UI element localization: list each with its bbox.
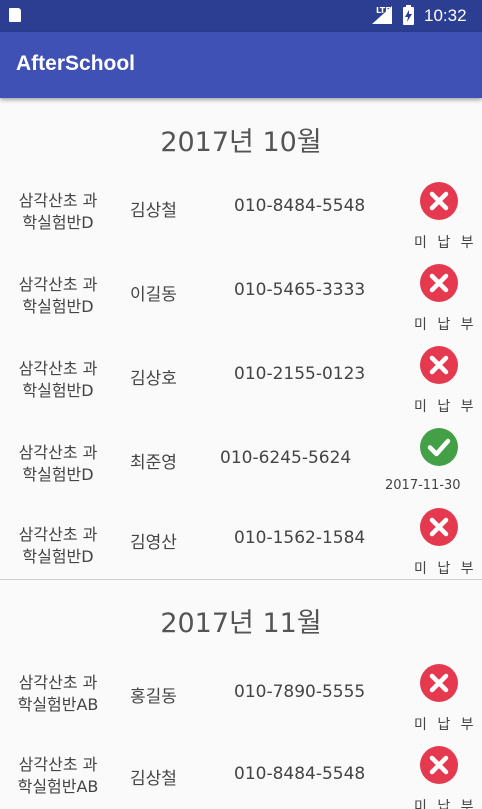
- class-name-line1: 삼각산초 과: [18, 755, 98, 774]
- status-label: 미 납 부: [414, 235, 477, 251]
- status-label: 미 납 부: [414, 561, 477, 577]
- cancel-icon: [420, 508, 458, 546]
- student-name: 홍길동: [130, 687, 177, 707]
- class-name: 삼각산초 과 학실험반D: [8, 190, 108, 234]
- student-name: 김상철: [130, 769, 177, 789]
- section-divider: [0, 579, 482, 580]
- class-name-line2: 학실험반AB: [17, 695, 99, 714]
- class-name-line1: 삼각산초 과: [18, 275, 98, 294]
- class-name-line2: 학실험반AB: [17, 777, 99, 796]
- phone-number: 010-8484-5548: [234, 764, 366, 784]
- class-name-line2: 학실험반D: [22, 381, 94, 400]
- check-icon: [420, 428, 458, 466]
- cancel-icon: [420, 182, 458, 220]
- phone-number: 010-1562-1584: [234, 528, 366, 548]
- class-name-line1: 삼각산초 과: [18, 359, 98, 378]
- cancel-icon: [420, 346, 458, 384]
- battery-icon: [403, 5, 414, 25]
- phone-number: 010-2155-0123: [234, 364, 366, 384]
- cancel-icon: [420, 664, 458, 702]
- network-type-label: LTE: [376, 6, 391, 15]
- clock: 10:32: [424, 6, 467, 25]
- status-label: 미 납 부: [414, 799, 477, 809]
- status-label: 미 납 부: [414, 317, 477, 333]
- student-name: 김상철: [130, 201, 177, 221]
- list-item[interactable]: 삼각산초 과 학실험반AB 홍길동 010-7890-5555 미 납 부: [0, 664, 482, 748]
- phone-number: 010-5465-3333: [234, 280, 366, 300]
- cancel-icon: [420, 746, 458, 784]
- class-name-line2: 학실험반D: [22, 213, 94, 232]
- list-item[interactable]: 삼각산초 과 학실험반D 김상철 010-8484-5548 미 납 부: [0, 172, 482, 256]
- list-item[interactable]: 삼각산초 과 학실험반D 최준영 010-6245-5624 2017-11-3…: [0, 424, 482, 508]
- list-item[interactable]: 삼각산초 과 학실험반D 이길동 010-5465-3333 미 납 부: [0, 256, 482, 340]
- student-name: 김상호: [130, 369, 177, 389]
- month-header: 2017년 11월: [160, 608, 322, 639]
- list-item[interactable]: 삼각산초 과 학실험반D 김상호 010-2155-0123 미 납 부: [0, 340, 482, 424]
- list-item[interactable]: 삼각산초 과 학실험반AB 김상철 010-8484-5548 미 납 부: [0, 746, 482, 809]
- app-screen: LTE 10:32 AfterSchool 2017년 10월 삼각산초 과 학…: [0, 0, 482, 809]
- phone-number: 010-7890-5555: [234, 682, 366, 702]
- class-name: 삼각산초 과 학실험반AB: [8, 672, 108, 716]
- status-bar: LTE 10:32: [0, 0, 482, 32]
- payment-list[interactable]: 2017년 10월 삼각산초 과 학실험반D 김상철 010-8484-5548…: [0, 98, 482, 809]
- class-name: 삼각산초 과 학실험반D: [8, 442, 108, 486]
- app-bar: AfterSchool: [0, 32, 482, 98]
- class-name-line2: 학실험반D: [22, 465, 94, 484]
- sd-card-icon: [9, 8, 21, 22]
- payment-date: 2017-11-30: [385, 478, 461, 493]
- status-label: 미 납 부: [414, 717, 477, 733]
- class-name-line1: 삼각산초 과: [18, 525, 98, 544]
- student-name: 최준영: [130, 453, 177, 473]
- class-name: 삼각산초 과 학실험반AB: [8, 754, 108, 798]
- class-name: 삼각산초 과 학실험반D: [8, 358, 108, 402]
- class-name-line1: 삼각산초 과: [18, 673, 98, 692]
- class-name-line1: 삼각산초 과: [18, 191, 98, 210]
- phone-number: 010-8484-5548: [234, 196, 366, 216]
- class-name: 삼각산초 과 학실험반D: [8, 274, 108, 318]
- class-name-line1: 삼각산초 과: [18, 443, 98, 462]
- student-name: 김영산: [130, 533, 177, 553]
- class-name-line2: 학실험반D: [22, 297, 94, 316]
- class-name: 삼각산초 과 학실험반D: [8, 524, 108, 568]
- cancel-icon: [420, 264, 458, 302]
- student-name: 이길동: [130, 285, 177, 305]
- phone-number: 010-6245-5624: [220, 448, 352, 468]
- status-label: 미 납 부: [414, 399, 477, 415]
- month-header: 2017년 10월: [160, 127, 322, 158]
- app-title: AfterSchool: [16, 52, 136, 75]
- class-name-line2: 학실험반D: [22, 547, 94, 566]
